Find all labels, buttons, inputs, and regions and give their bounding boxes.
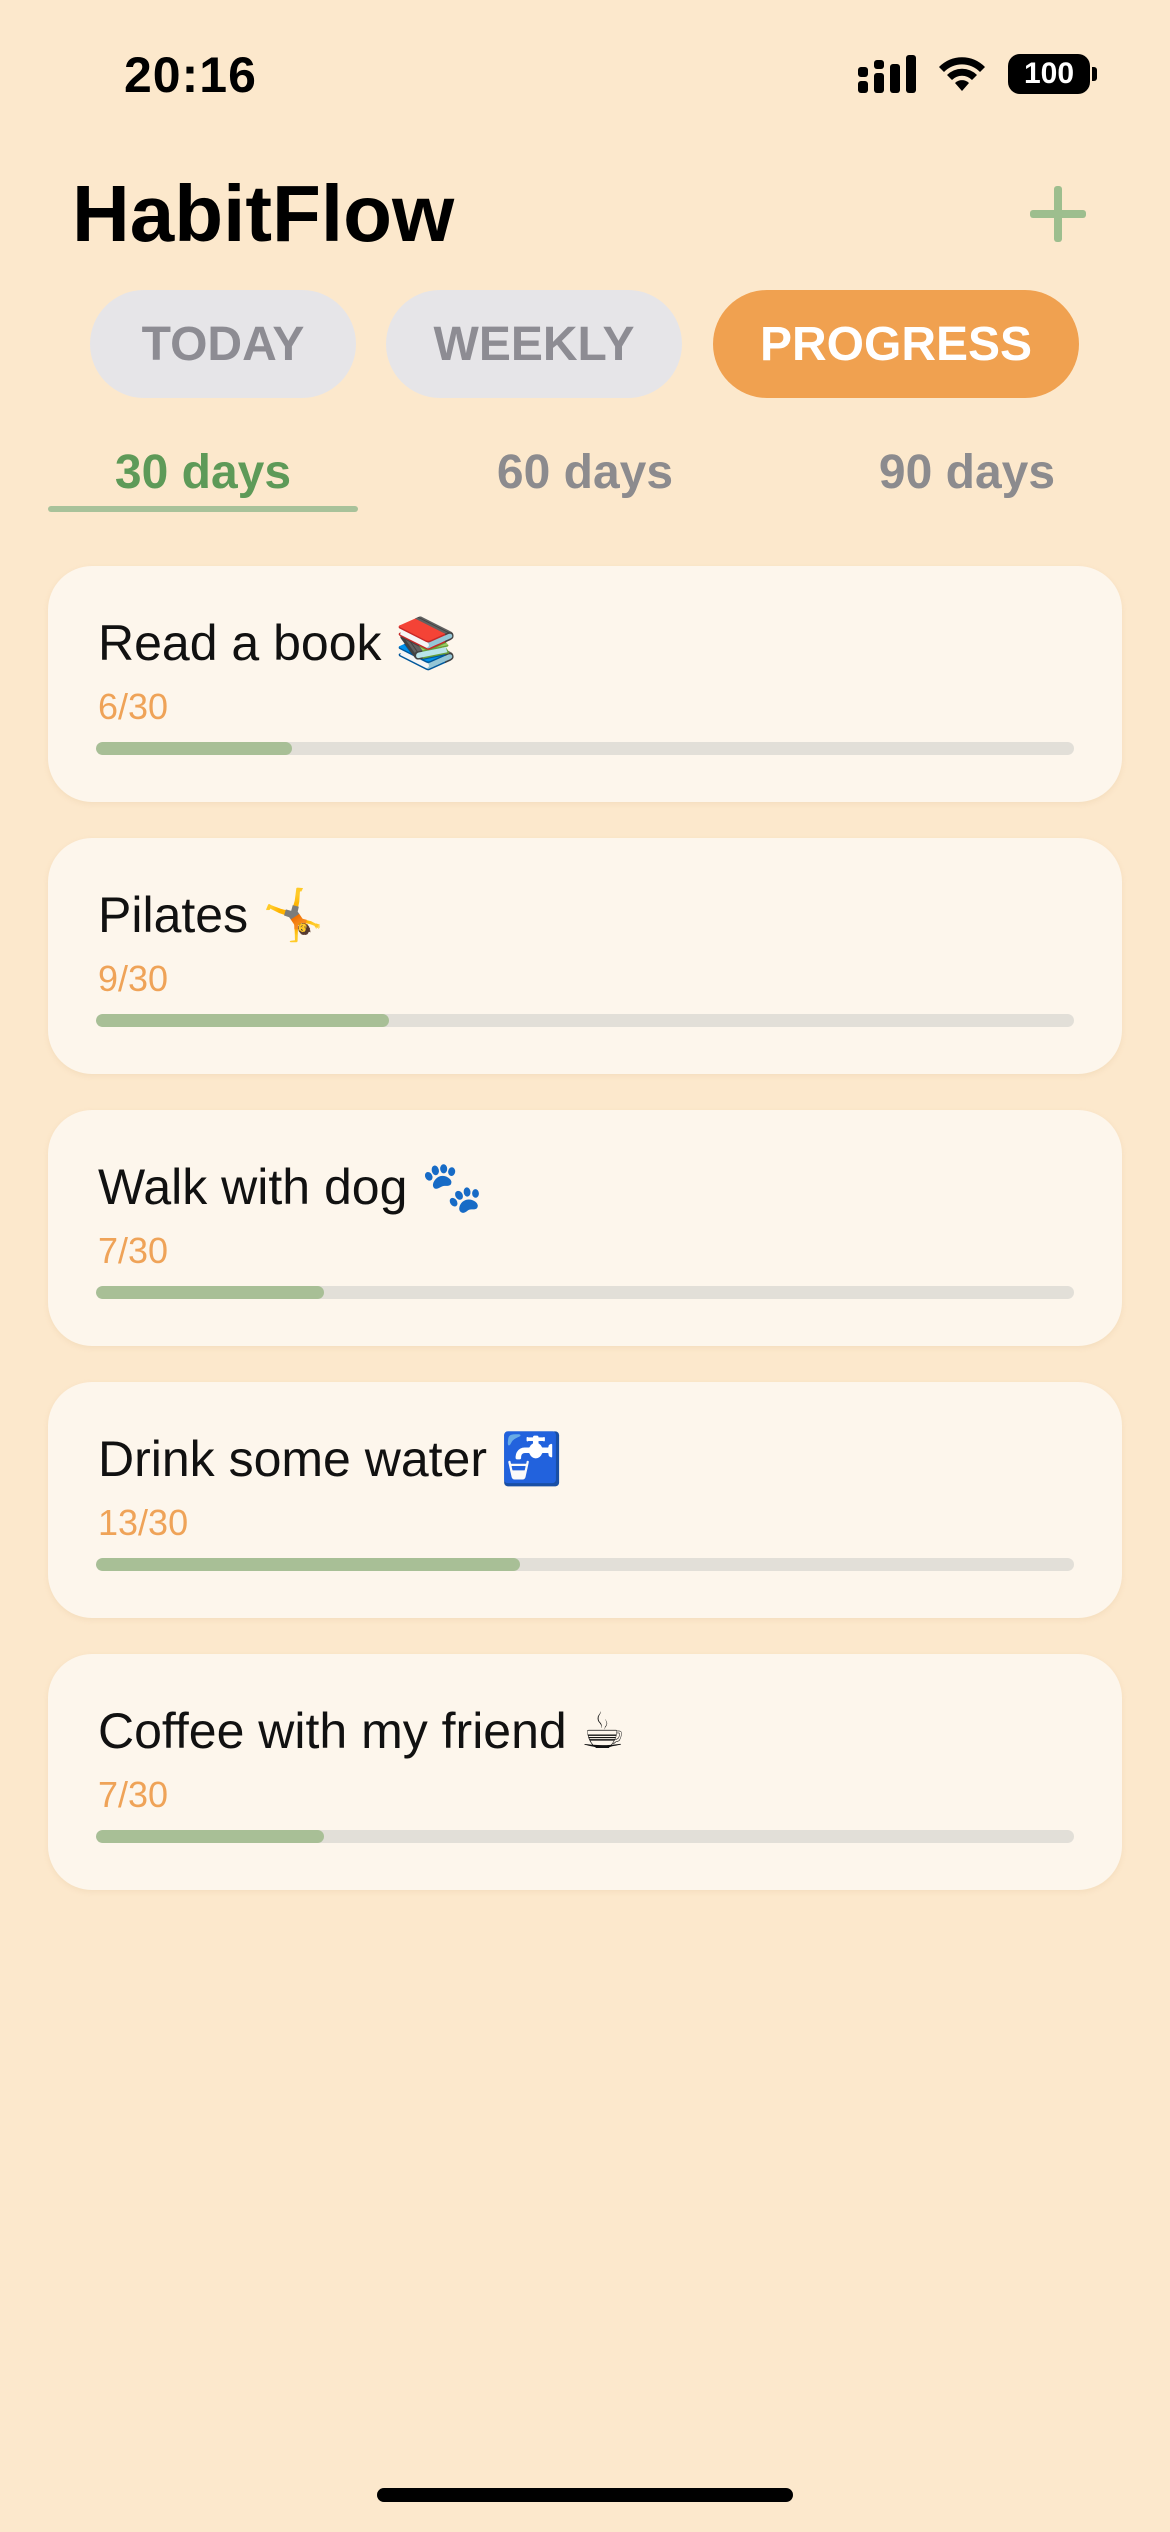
battery-icon: 100: [1008, 54, 1097, 94]
habit-card[interactable]: Coffee with my friend ☕ 7/30: [48, 1654, 1122, 1890]
habit-name: Drink some water 🚰: [98, 1431, 564, 1487]
plus-icon[interactable]: [1026, 182, 1090, 246]
tab-progress[interactable]: PROGRESS: [713, 290, 1079, 398]
habit-name: Coffee with my friend ☕: [98, 1703, 626, 1759]
habit-count: 6/30: [98, 686, 169, 727]
progress-fill: [96, 742, 292, 755]
habit-name: Read a book 📚: [98, 615, 458, 671]
status-icons: 100: [858, 54, 1097, 94]
battery-level: 100: [1023, 57, 1075, 90]
wifi-icon: [939, 57, 985, 91]
progress-track: [96, 1286, 1074, 1299]
progress-track: [96, 1014, 1074, 1027]
tab-today[interactable]: TODAY: [90, 290, 356, 398]
range-tab-90-days[interactable]: 90 days: [812, 432, 1122, 512]
progress-fill: [96, 1830, 325, 1843]
progress-track: [96, 1558, 1074, 1571]
screen: 20:16 100 HabitFlow TODAY WEEKLY PROGRES…: [0, 0, 1170, 2532]
habit-card[interactable]: Walk with dog 🐾 7/30: [48, 1110, 1122, 1346]
habit-count: 9/30: [98, 958, 169, 999]
progress-fill: [96, 1558, 520, 1571]
tab-weekly[interactable]: WEEKLY: [386, 290, 682, 398]
habit-list: Read a book 📚 6/30 Pilates 🤸 9/30 Walk w…: [48, 566, 1122, 1926]
progress-track: [96, 742, 1074, 755]
range-tab-30-days[interactable]: 30 days: [48, 432, 358, 512]
habit-name: Pilates 🤸: [98, 887, 325, 943]
progress-track: [96, 1830, 1074, 1843]
app-title: HabitFlow: [72, 169, 455, 258]
home-indicator[interactable]: [377, 2488, 793, 2502]
progress-fill: [96, 1014, 390, 1027]
signal-icon: [858, 55, 916, 93]
habit-count: 7/30: [98, 1230, 169, 1271]
progress-fill: [96, 1286, 325, 1299]
habit-count: 7/30: [98, 1774, 169, 1815]
habit-name: Walk with dog 🐾: [98, 1159, 484, 1215]
habit-card[interactable]: Pilates 🤸 9/30: [48, 838, 1122, 1074]
range-tab-60-days[interactable]: 60 days: [430, 432, 740, 512]
active-tab-underline: [48, 506, 358, 512]
habit-count: 13/30: [98, 1502, 189, 1543]
habit-card[interactable]: Drink some water 🚰 13/30: [48, 1382, 1122, 1618]
habit-card[interactable]: Read a book 📚 6/30: [48, 566, 1122, 802]
status-time: 20:16: [124, 47, 257, 103]
